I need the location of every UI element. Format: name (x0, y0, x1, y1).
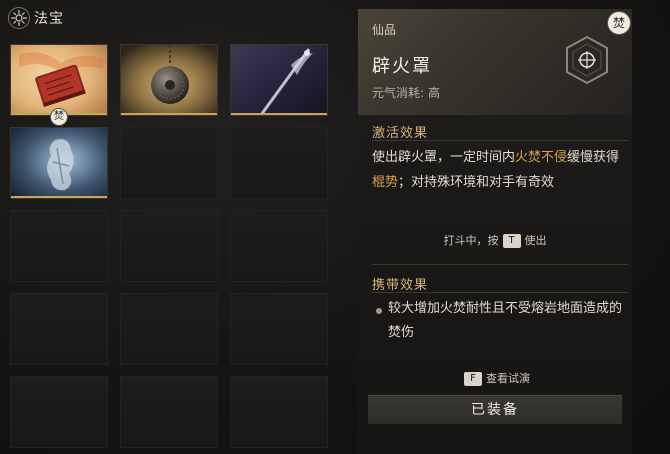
carry-effect-description: 较大增加火焚耐性且不受熔岩地面造成的焚伤 (388, 301, 623, 340)
equipped-button[interactable]: 已装备 (368, 395, 622, 424)
artifact-slot-empty[interactable] (10, 210, 108, 282)
section-divider (372, 264, 628, 265)
equipped-badge: 焚 (50, 108, 68, 126)
energy-cost: 元气消耗: 高 (372, 84, 440, 101)
artifact-slot-fire-avoidance-cover[interactable] (10, 127, 108, 199)
artifact-slot-fire-book[interactable] (10, 44, 108, 116)
artifact-screen: 法宝 焚 仙品 辟火罩 元气消耗: 高 焚 激活效果 使出辟火罩，一定时间内火焚… (0, 0, 670, 454)
artifact-detail-panel: 仙品 辟火罩 元气消耗: 高 焚 激活效果 使出辟火罩，一定时间内火焚不侵缓慢获得… (358, 9, 632, 454)
iron-orb-image (121, 45, 217, 115)
lotus-emblem-icon (8, 7, 30, 29)
view-demo-link[interactable]: F 查看试演 (358, 370, 632, 386)
page-title: 法宝 (34, 11, 64, 27)
artifact-slot-empty[interactable] (120, 293, 218, 365)
artifact-slot-iron-orb[interactable] (120, 44, 218, 116)
hexagon-emblem-icon (566, 35, 608, 85)
artifact-slot-empty[interactable] (120, 127, 218, 199)
section-divider (372, 292, 628, 293)
rarity-label: 仙品 (372, 23, 397, 37)
energy-cost-label: 元气消耗: (372, 86, 425, 100)
fire-avoidance-cover-image (11, 128, 107, 198)
artifact-slot-empty[interactable] (230, 293, 328, 365)
carry-effect-title: 携带效果 (372, 278, 429, 293)
equipped-badge-large: 焚 (607, 11, 631, 35)
detail-header: 仙品 辟火罩 元气消耗: 高 (358, 9, 632, 115)
activate-hint: 打斗中，按 T 使出 (443, 234, 547, 248)
energy-cost-value: 高 (428, 86, 441, 100)
artifact-slot-spirit-staff[interactable] (230, 44, 328, 116)
section-divider (372, 140, 628, 141)
keycap-f: F (464, 372, 482, 386)
artifact-slot-empty[interactable] (10, 376, 108, 448)
item-name: 辟火罩 (372, 56, 432, 77)
artifact-slot-empty[interactable] (230, 127, 328, 199)
artifact-slot-empty[interactable] (10, 293, 108, 365)
keycap-t: T (502, 234, 521, 248)
activate-effect-description: 使出辟火罩，一定时间内火焚不侵缓慢获得棍势；对持殊环境和对手有奇效 (372, 150, 620, 190)
artifact-slot-empty[interactable] (230, 376, 328, 448)
bullet-icon (376, 308, 382, 314)
activate-effect-title: 激活效果 (372, 126, 429, 141)
artifact-slot-empty[interactable] (120, 210, 218, 282)
artifact-slot-empty[interactable] (120, 376, 218, 448)
fire-book-image (11, 45, 107, 115)
artifact-slot-empty[interactable] (230, 210, 328, 282)
spirit-staff-image (231, 45, 327, 115)
